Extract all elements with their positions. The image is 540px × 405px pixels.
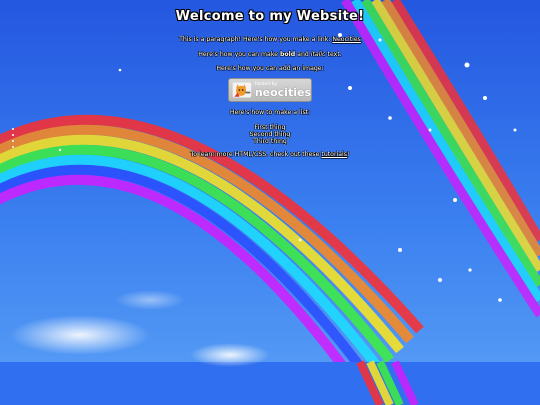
learn-prefix-text: To learn more HTML/CSS, check out these (190, 151, 322, 158)
list-item: Second thing (249, 131, 291, 138)
tutorials-link[interactable]: tutorials (321, 151, 347, 158)
bold-middle-text: and (295, 51, 311, 58)
badge-text: hosted by neocities (255, 82, 311, 98)
hosted-by-neocities-badge[interactable]: hosted by neocities (228, 78, 312, 102)
main-content: Welcome to my Website! This is a paragra… (0, 0, 540, 159)
page-title: Welcome to my Website! (175, 9, 365, 24)
bold-suffix-text: text. (325, 51, 342, 58)
list-item: Third thing (253, 138, 287, 145)
learn-suffix-text: ! (346, 151, 350, 158)
list-intro-text: Here's how to make a list: (229, 109, 311, 116)
paragraph-link-line: This is a paragraph! Here's how you make… (0, 36, 540, 44)
neocities-cat-icon (232, 82, 252, 98)
bold-prefix-text: Here's how you can make (198, 51, 280, 58)
bold-word: bold (279, 51, 296, 58)
paragraph-text: This is a paragraph! Here's how you make… (179, 36, 333, 43)
italic-word: italic (310, 51, 326, 58)
thing-list: First thing Second thing Third thing (0, 124, 540, 145)
list-item: First thing (254, 124, 286, 131)
bold-italic-line: Here's how you can make bold and italic … (0, 51, 540, 59)
learn-more-line: To learn more HTML/CSS, check out these … (0, 151, 540, 159)
image-intro-text: Here's how you can add an image: (216, 65, 324, 72)
neocities-link[interactable]: Neocities (332, 36, 361, 43)
badge-brand: neocities (254, 86, 311, 99)
